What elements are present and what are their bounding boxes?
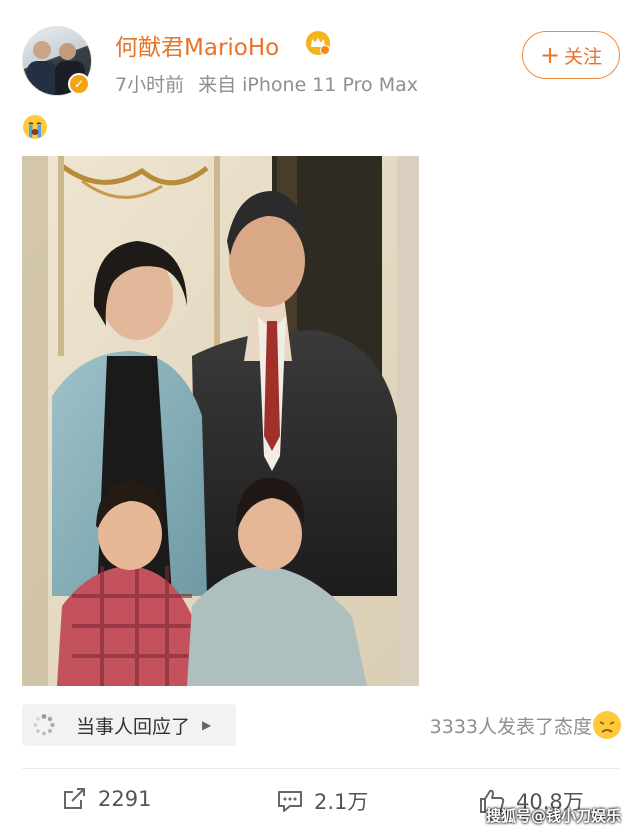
repost-button[interactable]: 2291 xyxy=(62,786,151,812)
repost-icon xyxy=(64,788,85,809)
reactions-summary[interactable]: 3333人发表了态度 xyxy=(430,712,592,739)
plus-icon: + xyxy=(539,41,561,69)
repost-count: 2291 xyxy=(98,787,152,811)
divider xyxy=(22,768,620,769)
crown-badge-icon[interactable] xyxy=(305,30,331,56)
comment-button[interactable]: 2.1万 xyxy=(276,786,368,816)
pouting-face-emoji[interactable] xyxy=(592,710,622,740)
avatar-face xyxy=(33,41,51,59)
post-source[interactable]: 来自 iPhone 11 Pro Max xyxy=(198,74,418,96)
chevron-right-icon: ▶ xyxy=(202,718,212,732)
avatar-face xyxy=(59,43,76,60)
avatar-figure xyxy=(27,61,57,95)
comment-count: 2.1万 xyxy=(314,790,369,814)
topic-tag[interactable]: 当事人回应了 ▶ xyxy=(22,704,236,746)
post-photo[interactable] xyxy=(22,156,419,686)
topic-tag-label: 当事人回应了 xyxy=(76,715,191,738)
post-meta: 7小时前 来自 iPhone 11 Pro Max xyxy=(115,70,418,97)
post-time: 7小时前 xyxy=(115,74,185,96)
crying-face-emoji xyxy=(23,115,47,139)
author-name[interactable]: 何猷君MarioHo xyxy=(115,28,279,62)
loading-spinner-icon xyxy=(33,714,55,736)
follow-button[interactable]: + 关注 xyxy=(522,31,620,79)
source-watermark: 搜狐号@钱小刀娱乐 xyxy=(486,807,622,825)
verified-badge-icon: ✓ xyxy=(68,73,90,95)
follow-label: 关注 xyxy=(564,45,603,68)
family-photo xyxy=(22,156,419,686)
comment-icon xyxy=(278,791,302,812)
